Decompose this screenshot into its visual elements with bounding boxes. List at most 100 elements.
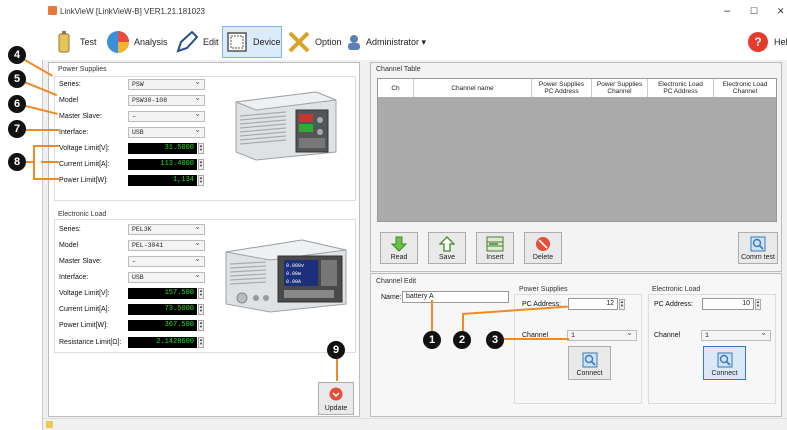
magnifier-icon: [582, 352, 598, 370]
insert-button[interactable]: Insert: [476, 232, 514, 264]
channel-edit-title: Channel Edit: [376, 278, 417, 285]
edit-label: Edit: [203, 37, 219, 47]
delete-button[interactable]: Delete: [524, 232, 562, 264]
header-el-channel: Electronic Load Channel: [722, 81, 768, 95]
ps-series-label: Series:: [59, 81, 81, 88]
callout-line-8b: [41, 161, 59, 163]
close-button[interactable]: ✕: [777, 6, 785, 17]
callout-badge-4: 4: [8, 46, 26, 64]
electronic-load-title: Electronic Load: [58, 211, 107, 218]
magnifier-icon: [750, 236, 766, 254]
analysis-button[interactable]: Analysis: [106, 26, 168, 58]
ps-power-spinner[interactable]: ▲ ▼: [198, 175, 204, 186]
el-resistance-input[interactable]: 2.1428600: [128, 337, 197, 348]
ps-current-spinner[interactable]: ▲ ▼: [198, 159, 204, 170]
el-current-label: Current Limit[A]:: [59, 306, 110, 313]
test-button[interactable]: Test: [52, 26, 97, 58]
ps-model-label: Model: [59, 97, 79, 104]
header-ps-channel: Power Supplies Channel: [592, 79, 648, 97]
el-interface-label: Interface:: [59, 274, 89, 281]
el-interface-select[interactable]: USB: [128, 271, 205, 283]
ps-power-input[interactable]: 1,134: [128, 175, 197, 186]
el-resistance-spinner[interactable]: ▲ ▼: [198, 337, 204, 348]
channel-name-input[interactable]: battery A: [402, 291, 509, 303]
ps-address-input[interactable]: 12: [568, 298, 618, 310]
el-power-label: Power Limit[W]:: [59, 322, 109, 329]
ps-master-slave-label: Master Slave:: [59, 113, 102, 120]
device-label: Device: [253, 37, 281, 47]
el-current-spinner[interactable]: ▲ ▼: [198, 304, 204, 315]
edit-button[interactable]: Edit: [175, 26, 219, 58]
el-voltage-input[interactable]: 157.500: [128, 288, 197, 299]
ps-series-select[interactable]: PSW: [128, 78, 205, 90]
status-icon: [46, 421, 53, 428]
callout-badge-3: 3: [486, 331, 504, 349]
save-button[interactable]: Save: [428, 232, 466, 264]
ps-voltage-spinner[interactable]: ▲ ▼: [198, 143, 204, 154]
el-channel-select[interactable]: 1: [701, 329, 771, 341]
analysis-label: Analysis: [134, 37, 168, 47]
help-icon: ?: [746, 30, 770, 54]
ps-connect-button[interactable]: Connect: [568, 346, 611, 380]
callout-line-2a: [462, 313, 464, 333]
el-master-slave-select[interactable]: –: [128, 255, 205, 267]
el-connect-label: Connect: [711, 370, 738, 377]
pie-chart-icon: [106, 30, 130, 54]
callout-badge-7: 7: [8, 120, 26, 138]
administrator-menu[interactable]: Administrator ▾: [346, 26, 426, 58]
el-series-select[interactable]: PEL3K: [128, 223, 205, 235]
comm-test-button[interactable]: Comm test: [738, 232, 778, 264]
delete-icon: [535, 236, 551, 254]
minimize-button[interactable]: –: [724, 5, 730, 17]
el-address-input[interactable]: 10: [702, 298, 754, 310]
help-label: Hel: [774, 37, 787, 47]
el-voltage-label: Voltage Limit[V]:: [59, 290, 110, 297]
administrator-label: Administrator ▾: [366, 36, 427, 47]
channel-table[interactable]: [377, 78, 777, 222]
maximize-button[interactable]: ☐: [750, 6, 758, 17]
callout-badge-9: 9: [327, 341, 345, 359]
ps-voltage-input[interactable]: 31.5000: [128, 143, 197, 154]
el-power-input[interactable]: 367.500: [128, 320, 197, 331]
ps-interface-select[interactable]: USB: [128, 126, 205, 138]
el-model-select[interactable]: PEL-3041: [128, 239, 205, 251]
el-current-input[interactable]: 73.5000: [128, 304, 197, 315]
el-address-label: PC Address:: [654, 301, 693, 308]
window-title: LinkVieW [LinkVieW-B] VER1.21.181023: [60, 7, 205, 16]
ps-master-slave-select[interactable]: –: [128, 110, 205, 122]
pel-display-watts: 0.00w: [286, 271, 301, 277]
el-power-spinner[interactable]: ▲ ▼: [198, 320, 204, 331]
tools-icon: [287, 30, 311, 54]
ps-current-label: Current Limit[A]:: [59, 161, 110, 168]
el-address-spinner[interactable]: ▲ ▼: [755, 299, 761, 310]
ps-address-spinner[interactable]: ▲ ▼: [619, 299, 625, 310]
save-label: Save: [439, 254, 455, 261]
callout-line-8c: [41, 178, 59, 180]
name-label: Name:: [381, 294, 402, 301]
el-voltage-spinner[interactable]: ▲ ▼: [198, 288, 204, 299]
power-supplies-title: Power Supplies: [58, 66, 107, 73]
callout-badge-8: 8: [8, 153, 26, 171]
admin-icon: [346, 30, 362, 54]
pel-display-volts: 0.000v: [286, 263, 304, 269]
option-button[interactable]: Option: [287, 26, 342, 58]
ps-current-input[interactable]: 113.4000: [128, 159, 197, 170]
read-button[interactable]: Read: [380, 232, 418, 264]
device-button[interactable]: Device: [222, 26, 282, 58]
ps-model-select[interactable]: PSW30-108: [128, 94, 205, 106]
el-model-label: Model: [59, 242, 79, 249]
help-button[interactable]: ? Hel: [746, 26, 787, 58]
el-connect-button[interactable]: Connect: [703, 346, 746, 380]
callout-bracket-8: [33, 145, 41, 180]
channel-table-title: Channel Table: [376, 66, 421, 73]
app-icon: [48, 6, 57, 15]
ps-channel-select[interactable]: 1: [567, 329, 637, 341]
ps-connect-label: Connect: [576, 370, 603, 377]
svg-text:?: ?: [754, 35, 761, 49]
magnifier-icon: [717, 352, 733, 370]
el-resistance-label: Resistance Limit[Ω]:: [59, 339, 122, 346]
callout-badge-1: 1: [423, 331, 441, 349]
update-button[interactable]: Update: [318, 382, 354, 415]
callout-line-8a: [41, 145, 59, 147]
callout-line-3: [503, 338, 569, 340]
